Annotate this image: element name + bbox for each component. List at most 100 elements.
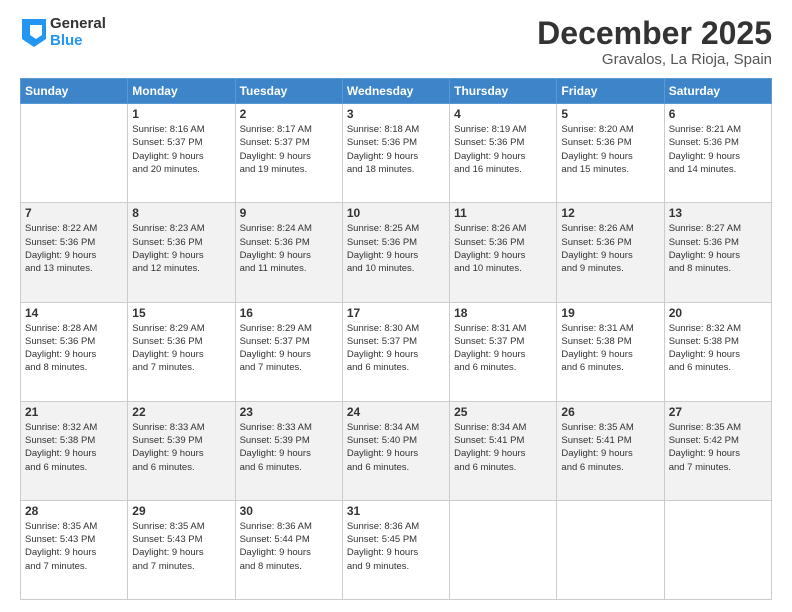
day-number: 29 — [132, 504, 230, 518]
calendar-cell: 26Sunrise: 8:35 AM Sunset: 5:41 PM Dayli… — [557, 401, 664, 500]
day-info: Sunrise: 8:29 AM Sunset: 5:37 PM Dayligh… — [240, 322, 338, 375]
calendar-cell: 11Sunrise: 8:26 AM Sunset: 5:36 PM Dayli… — [450, 203, 557, 302]
day-info: Sunrise: 8:35 AM Sunset: 5:43 PM Dayligh… — [25, 520, 123, 573]
day-number: 7 — [25, 206, 123, 220]
weekday-header-sunday: Sunday — [21, 79, 128, 104]
day-number: 12 — [561, 206, 659, 220]
day-number: 28 — [25, 504, 123, 518]
calendar-cell: 21 Sunrise: 8:32 AM Sunset: 5:38 PM Dayli… — [21, 401, 128, 500]
day-number: 17 — [347, 306, 445, 320]
calendar-cell: 19Sunrise: 8:31 AM Sunset: 5:38 PM Dayli… — [557, 302, 664, 401]
day-number: 18 — [454, 306, 552, 320]
day-info: Sunrise: 8:18 AM Sunset: 5:36 PM Dayligh… — [347, 123, 445, 176]
calendar-cell: 31Sunrise: 8:36 AM Sunset: 5:45 PM Dayli… — [342, 500, 449, 599]
day-info: Sunrise: 8:36 AM Sunset: 5:44 PM Dayligh… — [240, 520, 338, 573]
day-info: Sunrise: 8:16 AM Sunset: 5:37 PM Dayligh… — [132, 123, 230, 176]
title-area: December 2025 Gravalos, La Rioja, Spain — [537, 16, 772, 68]
day-number: 22 — [132, 405, 230, 419]
day-info: Sunrise: 8:25 AM Sunset: 5:36 PM Dayligh… — [347, 222, 445, 275]
calendar-cell: 23 Sunrise: 8:33 AM Sunset: 5:39 PM Dayli… — [235, 401, 342, 500]
calendar-cell: 15 Sunrise: 8:29 AM Sunset: 5:36 PM Dayli… — [128, 302, 235, 401]
calendar-cell — [557, 500, 664, 599]
day-number: 10 — [347, 206, 445, 220]
weekday-header-row: SundayMondayTuesdayWednesdayThursdayFrid… — [21, 79, 772, 104]
calendar-cell: 16 Sunrise: 8:29 AM Sunset: 5:37 PM Dayli… — [235, 302, 342, 401]
day-info: Sunrise: 8:28 AM Sunset: 5:36 PM Dayligh… — [25, 322, 123, 375]
day-number: 2 — [240, 107, 338, 121]
day-number: 3 — [347, 107, 445, 121]
day-info: Sunrise: 8:26 AM Sunset: 5:36 PM Dayligh… — [561, 222, 659, 275]
day-number: 25 — [454, 405, 552, 419]
calendar-cell: 25 Sunrise: 8:34 AM Sunset: 5:41 PM Dayli… — [450, 401, 557, 500]
day-info: Sunrise: 8:26 AM Sunset: 5:36 PM Dayligh… — [454, 222, 552, 275]
day-info: Sunrise: 8:21 AM Sunset: 5:36 PM Dayligh… — [669, 123, 767, 176]
calendar-cell: 5Sunrise: 8:20 AM Sunset: 5:36 PM Daylig… — [557, 104, 664, 203]
calendar-week-5: 28 Sunrise: 8:35 AM Sunset: 5:43 PM Dayli… — [21, 500, 772, 599]
day-number: 13 — [669, 206, 767, 220]
calendar-cell — [664, 500, 771, 599]
calendar-cell: 30 Sunrise: 8:36 AM Sunset: 5:44 PM Dayli… — [235, 500, 342, 599]
page-container: General Blue December 2025 Gravalos, La … — [0, 0, 792, 612]
calendar-cell: 6Sunrise: 8:21 AM Sunset: 5:36 PM Daylig… — [664, 104, 771, 203]
calendar-cell: 12 Sunrise: 8:26 AM Sunset: 5:36 PM Dayli… — [557, 203, 664, 302]
day-info: Sunrise: 8:27 AM Sunset: 5:36 PM Dayligh… — [669, 222, 767, 275]
day-number: 8 — [132, 206, 230, 220]
logo-text: General Blue — [50, 16, 106, 49]
calendar-cell: 14Sunrise: 8:28 AM Sunset: 5:36 PM Dayli… — [21, 302, 128, 401]
day-number: 21 — [25, 405, 123, 419]
day-info: Sunrise: 8:22 AM Sunset: 5:36 PM Dayligh… — [25, 222, 123, 275]
day-info: Sunrise: 8:36 AM Sunset: 5:45 PM Dayligh… — [347, 520, 445, 573]
weekday-header-monday: Monday — [128, 79, 235, 104]
logo-blue-text: Blue — [50, 33, 106, 50]
day-info: Sunrise: 8:34 AM Sunset: 5:40 PM Dayligh… — [347, 421, 445, 474]
logo-general-text: General — [50, 16, 106, 33]
calendar-cell: 22 Sunrise: 8:33 AM Sunset: 5:39 PM Dayli… — [128, 401, 235, 500]
day-info: Sunrise: 8:35 AM Sunset: 5:41 PM Dayligh… — [561, 421, 659, 474]
day-info: Sunrise: 8:35 AM Sunset: 5:42 PM Dayligh… — [669, 421, 767, 474]
day-info: Sunrise: 8:19 AM Sunset: 5:36 PM Dayligh… — [454, 123, 552, 176]
day-info: Sunrise: 8:34 AM Sunset: 5:41 PM Dayligh… — [454, 421, 552, 474]
logo: General Blue — [20, 16, 106, 49]
calendar-cell: 20 Sunrise: 8:32 AM Sunset: 5:38 PM Dayli… — [664, 302, 771, 401]
day-number: 1 — [132, 107, 230, 121]
calendar-cell: 17 Sunrise: 8:30 AM Sunset: 5:37 PM Dayli… — [342, 302, 449, 401]
calendar-header: SundayMondayTuesdayWednesdayThursdayFrid… — [21, 79, 772, 104]
calendar-table: SundayMondayTuesdayWednesdayThursdayFrid… — [20, 78, 772, 600]
day-info: Sunrise: 8:33 AM Sunset: 5:39 PM Dayligh… — [240, 421, 338, 474]
day-number: 9 — [240, 206, 338, 220]
header: General Blue December 2025 Gravalos, La … — [20, 16, 772, 68]
day-info: Sunrise: 8:33 AM Sunset: 5:39 PM Dayligh… — [132, 421, 230, 474]
calendar-cell: 28 Sunrise: 8:35 AM Sunset: 5:43 PM Dayli… — [21, 500, 128, 599]
day-number: 5 — [561, 107, 659, 121]
weekday-header-saturday: Saturday — [664, 79, 771, 104]
weekday-header-friday: Friday — [557, 79, 664, 104]
logo-icon — [22, 19, 46, 47]
day-info: Sunrise: 8:35 AM Sunset: 5:43 PM Dayligh… — [132, 520, 230, 573]
day-info: Sunrise: 8:31 AM Sunset: 5:38 PM Dayligh… — [561, 322, 659, 375]
day-number: 20 — [669, 306, 767, 320]
day-number: 30 — [240, 504, 338, 518]
day-info: Sunrise: 8:32 AM Sunset: 5:38 PM Dayligh… — [669, 322, 767, 375]
day-info: Sunrise: 8:31 AM Sunset: 5:37 PM Dayligh… — [454, 322, 552, 375]
calendar-cell: 27Sunrise: 8:35 AM Sunset: 5:42 PM Dayli… — [664, 401, 771, 500]
day-number: 4 — [454, 107, 552, 121]
calendar-cell: 29 Sunrise: 8:35 AM Sunset: 5:43 PM Dayli… — [128, 500, 235, 599]
weekday-header-wednesday: Wednesday — [342, 79, 449, 104]
day-info: Sunrise: 8:29 AM Sunset: 5:36 PM Dayligh… — [132, 322, 230, 375]
calendar-cell: 13 Sunrise: 8:27 AM Sunset: 5:36 PM Dayli… — [664, 203, 771, 302]
calendar-cell: 4 Sunrise: 8:19 AM Sunset: 5:36 PM Daylig… — [450, 104, 557, 203]
calendar-cell: 8Sunrise: 8:23 AM Sunset: 5:36 PM Daylig… — [128, 203, 235, 302]
day-number: 16 — [240, 306, 338, 320]
day-info: Sunrise: 8:32 AM Sunset: 5:38 PM Dayligh… — [25, 421, 123, 474]
day-info: Sunrise: 8:30 AM Sunset: 5:37 PM Dayligh… — [347, 322, 445, 375]
calendar-week-2: 7 Sunrise: 8:22 AM Sunset: 5:36 PM Daylig… — [21, 203, 772, 302]
calendar-cell — [450, 500, 557, 599]
calendar-week-1: 1 Sunrise: 8:16 AM Sunset: 5:37 PM Daylig… — [21, 104, 772, 203]
weekday-header-tuesday: Tuesday — [235, 79, 342, 104]
calendar-cell: 3 Sunrise: 8:18 AM Sunset: 5:36 PM Daylig… — [342, 104, 449, 203]
day-number: 15 — [132, 306, 230, 320]
day-number: 24 — [347, 405, 445, 419]
calendar-cell: 24 Sunrise: 8:34 AM Sunset: 5:40 PM Dayli… — [342, 401, 449, 500]
month-title: December 2025 — [537, 16, 772, 51]
day-number: 23 — [240, 405, 338, 419]
